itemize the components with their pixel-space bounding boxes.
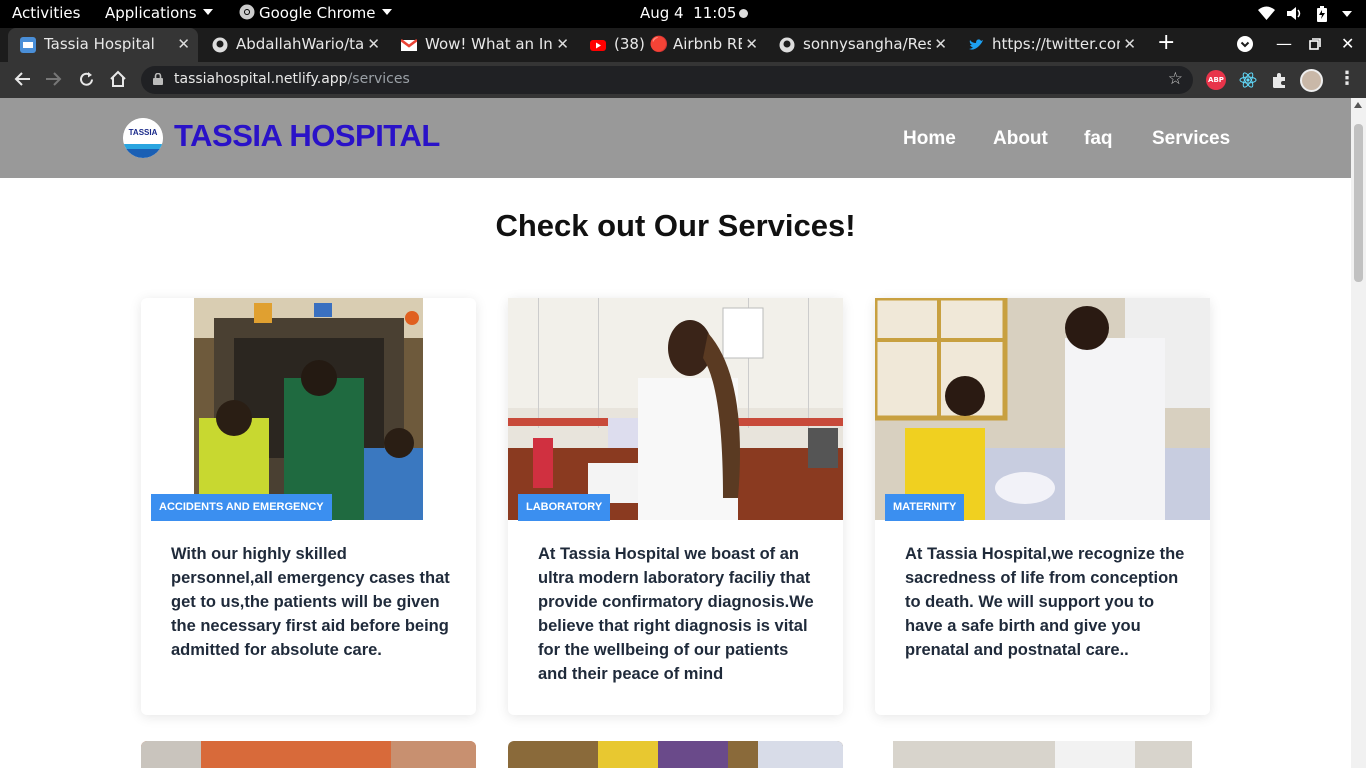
close-tab-icon[interactable]: ✕ (367, 35, 380, 53)
activities-button[interactable]: Activities (12, 4, 80, 22)
clock[interactable]: Aug 4 11:05 (640, 4, 736, 22)
tab-github-responsive[interactable]: sonnysangha/Responsive ✕ (767, 28, 955, 62)
reload-icon[interactable] (78, 71, 95, 88)
tab-gmail[interactable]: Wow! What an Interesting ✕ (389, 28, 577, 62)
close-tab-icon[interactable]: ✕ (556, 35, 569, 53)
service-photo (141, 741, 476, 768)
service-badge: LABORATORY (518, 494, 611, 521)
url-host: tassiahospital.netlify.app (174, 71, 348, 87)
forward-arrow-icon[interactable] (45, 71, 63, 87)
close-window-icon[interactable]: ✕ (1341, 34, 1354, 53)
minimize-icon[interactable]: — (1276, 34, 1292, 53)
brand-title[interactable]: TASSIA HOSPITAL (174, 118, 440, 154)
page-title: Check out Our Services! (495, 208, 856, 243)
laboratory-photo (508, 298, 843, 520)
clock-date: Aug 4 (640, 4, 684, 22)
close-tab-icon[interactable]: ✕ (934, 35, 947, 53)
lock-icon[interactable] (153, 73, 163, 85)
chrome-menu-icon[interactable]: ⋮ (1338, 68, 1356, 89)
web-page: TASSIA TASSIA HOSPITAL Home About faq Se… (0, 98, 1351, 768)
ambulance-photo (194, 298, 423, 520)
profile-avatar[interactable] (1300, 69, 1323, 92)
app-menu-label: Google Chrome (259, 4, 376, 22)
applications-label: Applications (105, 4, 197, 22)
gmail-icon (401, 39, 417, 51)
chrome-icon (239, 4, 255, 20)
maternity-photo (875, 298, 1210, 520)
system-menu-chevron-icon[interactable] (1342, 11, 1352, 17)
system-top-bar: Activities Applications Google Chrome Au… (0, 0, 1366, 28)
tab-title: AbdallahWario/tassia (236, 35, 364, 53)
service-description: With our highly skilled personnel,all em… (171, 545, 450, 659)
tab-github-tassia[interactable]: AbdallahWario/tassia ✕ (200, 28, 388, 62)
logo-graphic: TASSIA (123, 118, 163, 158)
url-path: /services (347, 71, 410, 87)
tab-title: Wow! What an Interesting (425, 35, 553, 53)
restore-icon[interactable] (1309, 38, 1321, 50)
chevron-down-icon (202, 9, 213, 15)
scrollbar-thumb[interactable] (1354, 124, 1363, 282)
page-scrollbar[interactable] (1351, 98, 1366, 768)
twitter-icon (969, 39, 983, 50)
tab-youtube[interactable]: (38) 🔴 Airbnb REACT ✕ (578, 28, 766, 62)
service-card-row2-2[interactable] (508, 741, 843, 768)
tab-tassia-hospital[interactable]: Tassia Hospital ✕ (8, 28, 198, 62)
url-text[interactable]: tassiahospital.netlify.app/services (174, 71, 410, 87)
nav-faq[interactable]: faq (1084, 128, 1113, 150)
tab-twitter[interactable]: https://twitter.com/ ✕ (956, 28, 1144, 62)
service-badge: MATERNITY (885, 494, 965, 521)
github-icon (779, 37, 795, 53)
new-tab-plus-icon[interactable]: + (1157, 32, 1175, 54)
service-card-laboratory[interactable]: LABORATORY At Tassia Hospital we boast o… (508, 298, 843, 715)
nav-services[interactable]: Services (1152, 128, 1230, 150)
service-description: At Tassia Hospital we boast of an ultra … (538, 545, 814, 683)
site-header: TASSIA TASSIA HOSPITAL Home About faq Se… (0, 98, 1351, 178)
service-card-emergency[interactable]: ACCIDENTS AND EMERGENCY With our highly … (141, 298, 476, 715)
bookmark-star-icon[interactable]: ☆ (1168, 69, 1183, 89)
logo-text: TASSIA (129, 128, 158, 137)
youtube-icon (590, 40, 606, 51)
service-photo (875, 741, 1210, 768)
applications-menu[interactable]: Applications (105, 4, 213, 22)
nav-home[interactable]: Home (903, 128, 956, 150)
app-menu-chrome[interactable]: Google Chrome (239, 4, 392, 22)
adblock-plus-icon[interactable]: ABP (1206, 70, 1226, 90)
close-tab-icon[interactable]: ✕ (177, 35, 190, 53)
tab-title: Tassia Hospital (44, 35, 155, 53)
address-bar[interactable]: tassiahospital.netlify.app/services ☆ (141, 66, 1193, 94)
hospital-favicon (20, 37, 36, 53)
tab-title: (38) 🔴 Airbnb REACT (614, 35, 742, 53)
service-card-row2-3[interactable] (875, 741, 1210, 768)
clock-time: 11:05 (693, 4, 737, 22)
battery-icon[interactable] (1316, 6, 1328, 22)
extensions-puzzle-icon[interactable] (1270, 70, 1290, 90)
github-icon (212, 37, 228, 53)
volume-icon[interactable] (1286, 6, 1303, 21)
browser-toolbar: tassiahospital.netlify.app/services ☆ AB… (0, 62, 1366, 98)
service-card-row2-1[interactable] (141, 741, 476, 768)
tab-search-chevron-icon[interactable] (1237, 36, 1253, 52)
scroll-up-arrow-icon[interactable] (1354, 102, 1362, 108)
close-tab-icon[interactable]: ✕ (745, 35, 758, 53)
service-photo (508, 741, 843, 768)
notification-dot (739, 9, 748, 18)
hospital-logo[interactable]: TASSIA (123, 118, 163, 158)
close-tab-icon[interactable]: ✕ (1123, 35, 1136, 53)
back-arrow-icon[interactable] (13, 71, 31, 87)
react-devtools-icon[interactable] (1238, 70, 1258, 90)
service-card-maternity[interactable]: MATERNITY At Tassia Hospital,we recogniz… (875, 298, 1210, 715)
wifi-icon[interactable] (1258, 6, 1275, 21)
tab-title: https://twitter.com/ (992, 35, 1120, 53)
service-badge: ACCIDENTS AND EMERGENCY (151, 494, 332, 521)
tab-title: sonnysangha/Responsive (803, 35, 931, 53)
service-description: At Tassia Hospital,we recognize the sacr… (905, 545, 1185, 659)
home-icon[interactable] (109, 70, 127, 88)
chevron-down-icon (381, 9, 392, 15)
nav-about[interactable]: About (993, 128, 1048, 150)
